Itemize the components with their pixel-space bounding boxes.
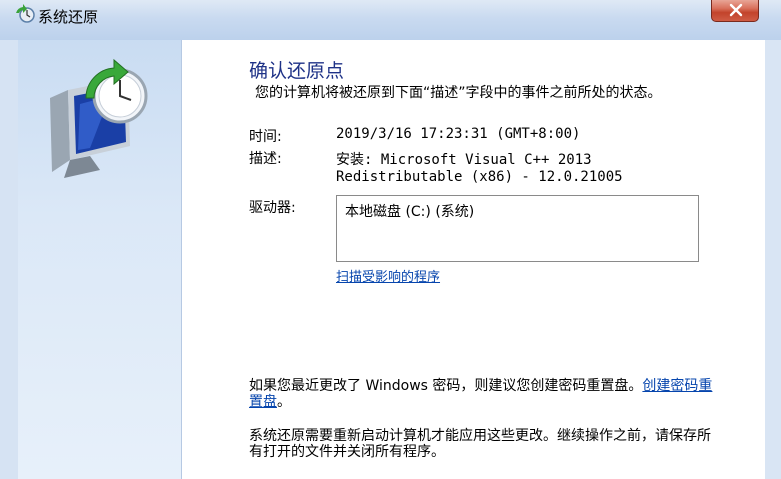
drives-label: 驱动器: — [249, 200, 296, 216]
page-subtitle: 您的计算机将被还原到下面“描述”字段中的事件之前所处的状态。 — [255, 85, 662, 101]
close-button[interactable] — [711, 0, 759, 22]
page-title: 确认还原点 — [249, 60, 345, 82]
drives-list[interactable]: 本地磁盘 (C:) (系统) — [336, 195, 699, 262]
drive-list-item[interactable]: 本地磁盘 (C:) (系统) — [345, 201, 474, 221]
description-value-line2: Redistributable (x86) - 12.0.21005 — [336, 169, 623, 185]
close-icon — [729, 3, 743, 17]
restart-warning: 系统还原需要重新启动计算机才能应用这些更改。继续操作之前，请保存所有打开的文件并… — [249, 428, 711, 460]
title-bar[interactable]: 系统还原 — [0, 0, 781, 40]
computer-clock-restore-icon — [50, 58, 148, 178]
time-value: 2019/3/16 17:23:31 (GMT+8:00) — [336, 126, 581, 142]
left-frame — [0, 40, 18, 479]
scan-affected-programs-link[interactable]: 扫描受影响的程序 — [336, 266, 440, 285]
right-frame — [765, 40, 781, 479]
description-label: 描述: — [249, 151, 282, 167]
password-note-text: 如果您最近更改了 Windows 密码，则建议您创建密码重置盘。 — [249, 378, 643, 394]
time-label: 时间: — [249, 129, 282, 145]
password-note-end: 。 — [277, 394, 291, 410]
system-restore-window: 系统还原 确认还原点 您的计算机将被还原到下面“描述”字段中的事件之前所处的状态… — [0, 0, 781, 479]
password-reset-note: 如果您最近更改了 Windows 密码，则建议您创建密码重置盘。创建密码重置盘。 — [249, 378, 719, 410]
system-restore-icon — [16, 4, 35, 23]
description-value-line1: 安装: Microsoft Visual C++ 2013 — [336, 152, 592, 168]
window-title: 系统还原 — [38, 8, 99, 26]
